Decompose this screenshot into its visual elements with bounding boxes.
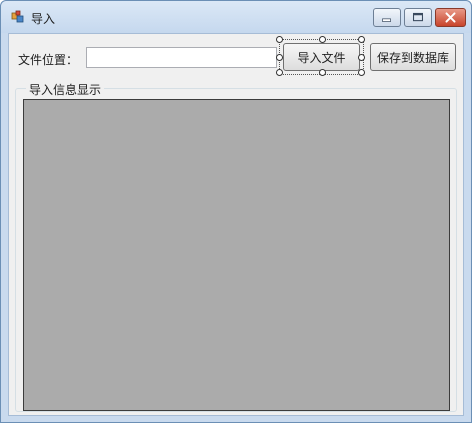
minimize-button[interactable] [373,8,401,27]
app-icon [11,10,24,23]
file-location-label: 文件位置： [18,53,79,67]
groupbox-title: 导入信息显示 [26,81,105,98]
resize-handle[interactable] [276,36,283,43]
resize-handle[interactable] [276,54,283,61]
import-window: 导入 文件位置： 导入文件 保存到数据库 导入信息显示 [0,0,472,423]
file-path-input[interactable] [86,47,277,68]
save-to-database-button[interactable]: 保存到数据库 [370,43,456,71]
import-info-groupbox: 导入信息显示 [15,81,457,412]
resize-handle[interactable] [358,36,365,43]
minimize-icon [382,18,391,22]
resize-handle[interactable] [319,36,326,43]
maximize-icon [412,12,424,22]
close-icon [445,12,456,23]
window-title: 导入 [31,12,56,26]
resize-handle[interactable] [276,69,283,76]
title-bar[interactable]: 导入 [1,1,471,33]
maximize-button[interactable] [404,8,432,27]
data-grid-view[interactable] [23,99,450,411]
import-file-button[interactable]: 导入文件 [283,43,360,71]
close-button[interactable] [435,8,466,27]
client-area: 文件位置： 导入文件 保存到数据库 导入信息显示 [8,33,464,416]
